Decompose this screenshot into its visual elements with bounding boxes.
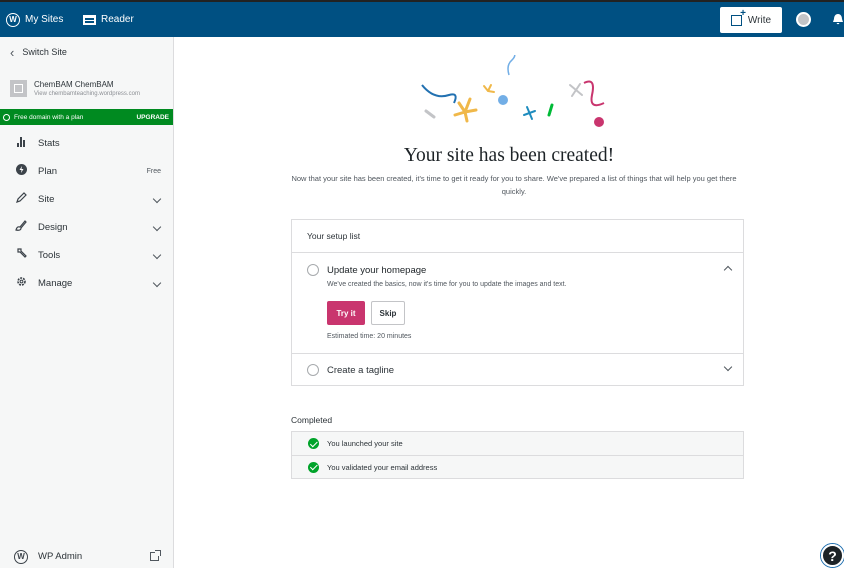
info-icon (3, 113, 10, 121)
task-title[interactable]: Update your homepage (327, 265, 426, 276)
page-title: Your site has been created! (403, 145, 615, 166)
chevron-down-icon (152, 278, 162, 288)
gear-icon (14, 276, 28, 290)
completed-item-label: You validated your email address (327, 462, 438, 472)
sidebar-item-site[interactable]: Site (0, 185, 173, 213)
pencil-icon (14, 192, 28, 206)
task-create-tagline[interactable]: Create a tagline (292, 354, 743, 386)
sidebar-item-label: Design (38, 221, 68, 233)
completed-item-label: You launched your site (327, 439, 403, 448)
task-description: We've created the basics, now it's time … (327, 281, 567, 288)
task-title: Create a tagline (327, 365, 395, 376)
checkmark-icon (308, 461, 319, 473)
chevron-up-icon[interactable] (723, 265, 733, 275)
write-button[interactable]: Write (720, 7, 782, 33)
sidebar: ‹ Switch Site ChemBAM ChemBAM View chemb… (0, 37, 174, 568)
confetti-illustration (421, 55, 605, 127)
task-status-icon (307, 264, 319, 276)
sidebar-item-plan[interactable]: Plan Free (0, 157, 173, 185)
task-update-homepage[interactable]: Update your homepage We've created the b… (292, 253, 743, 354)
sidebar-item-label: Plan (38, 165, 58, 177)
wordpress-logo-icon: W (14, 549, 28, 564)
completed-list: You launched your site You validated you… (291, 431, 744, 479)
main-content: Your site has been created! Now that you… (174, 37, 844, 568)
setup-list-card: Your setup list Update your homepage We'… (291, 219, 744, 386)
site-icon (10, 79, 27, 97)
estimated-time: Estimated time: 20 minutes (327, 333, 412, 340)
sidebar-item-design[interactable]: Design (0, 213, 173, 241)
write-label: Write (747, 14, 772, 26)
avatar[interactable] (796, 12, 811, 27)
upgrade-button[interactable]: UPGRADE (136, 114, 169, 121)
checkmark-icon (308, 438, 319, 449)
reader-icon (83, 14, 96, 25)
wp-admin-label: WP Admin (38, 551, 83, 562)
try-it-button[interactable]: Try it (327, 301, 365, 325)
sidebar-item-label: Manage (38, 277, 73, 289)
sidebar-item-tools[interactable]: Tools (0, 241, 173, 269)
plan-icon (14, 164, 28, 178)
sidebar-nav: Stats Plan Free Site Design Tools Manage (0, 129, 173, 297)
sidebar-item-label: Tools (38, 249, 61, 261)
my-sites-button[interactable]: W My Sites (6, 2, 63, 37)
chevron-down-icon (152, 250, 162, 260)
sidebar-item-manage[interactable]: Manage (0, 269, 173, 297)
reader-label: Reader (101, 14, 134, 25)
external-link-icon (150, 550, 161, 561)
chevron-down-icon[interactable] (723, 362, 733, 372)
chevron-left-icon: ‹ (10, 44, 15, 60)
switch-site-button[interactable]: ‹ Switch Site (0, 37, 173, 67)
skip-button[interactable]: Skip (371, 301, 405, 325)
help-icon[interactable]: ? (821, 544, 844, 567)
chevron-down-icon (152, 222, 162, 232)
site-name: ChemBAM ChemBAM (34, 79, 114, 89)
chevron-down-icon (152, 194, 162, 204)
site-url[interactable]: View chembamteaching.wordpress.com (34, 91, 140, 97)
my-sites-label: My Sites (25, 14, 64, 25)
list-item: You launched your site (292, 432, 743, 455)
sidebar-item-label: Site (38, 193, 55, 205)
list-item: You validated your email address (292, 455, 743, 478)
sidebar-item-stats[interactable]: Stats (0, 129, 173, 157)
write-icon (730, 8, 746, 26)
switch-site-label: Switch Site (22, 47, 67, 57)
completed-heading: Completed (291, 415, 333, 425)
page-subtitle: Now that your site has been created, it'… (291, 174, 737, 196)
setup-list-header: Your setup list (292, 220, 743, 253)
wrench-icon (14, 248, 28, 262)
plan-badge: Free (146, 167, 161, 175)
upgrade-text: Free domain with a plan (14, 113, 84, 121)
wordpress-logo-icon: W (6, 12, 20, 27)
upgrade-nudge[interactable]: Free domain with a plan UPGRADE (0, 109, 173, 125)
sidebar-item-label: Stats (38, 137, 60, 149)
task-status-icon (307, 364, 319, 376)
design-icon (14, 220, 28, 234)
notifications-bell-icon[interactable] (832, 13, 844, 26)
reader-button[interactable]: Reader (83, 2, 134, 37)
masterbar: W My Sites Reader Write (0, 0, 844, 37)
wp-admin-link[interactable]: W WP Admin (0, 545, 173, 568)
stats-icon (14, 136, 28, 150)
current-site-card[interactable]: ChemBAM ChemBAM View chembamteaching.wor… (0, 70, 173, 106)
